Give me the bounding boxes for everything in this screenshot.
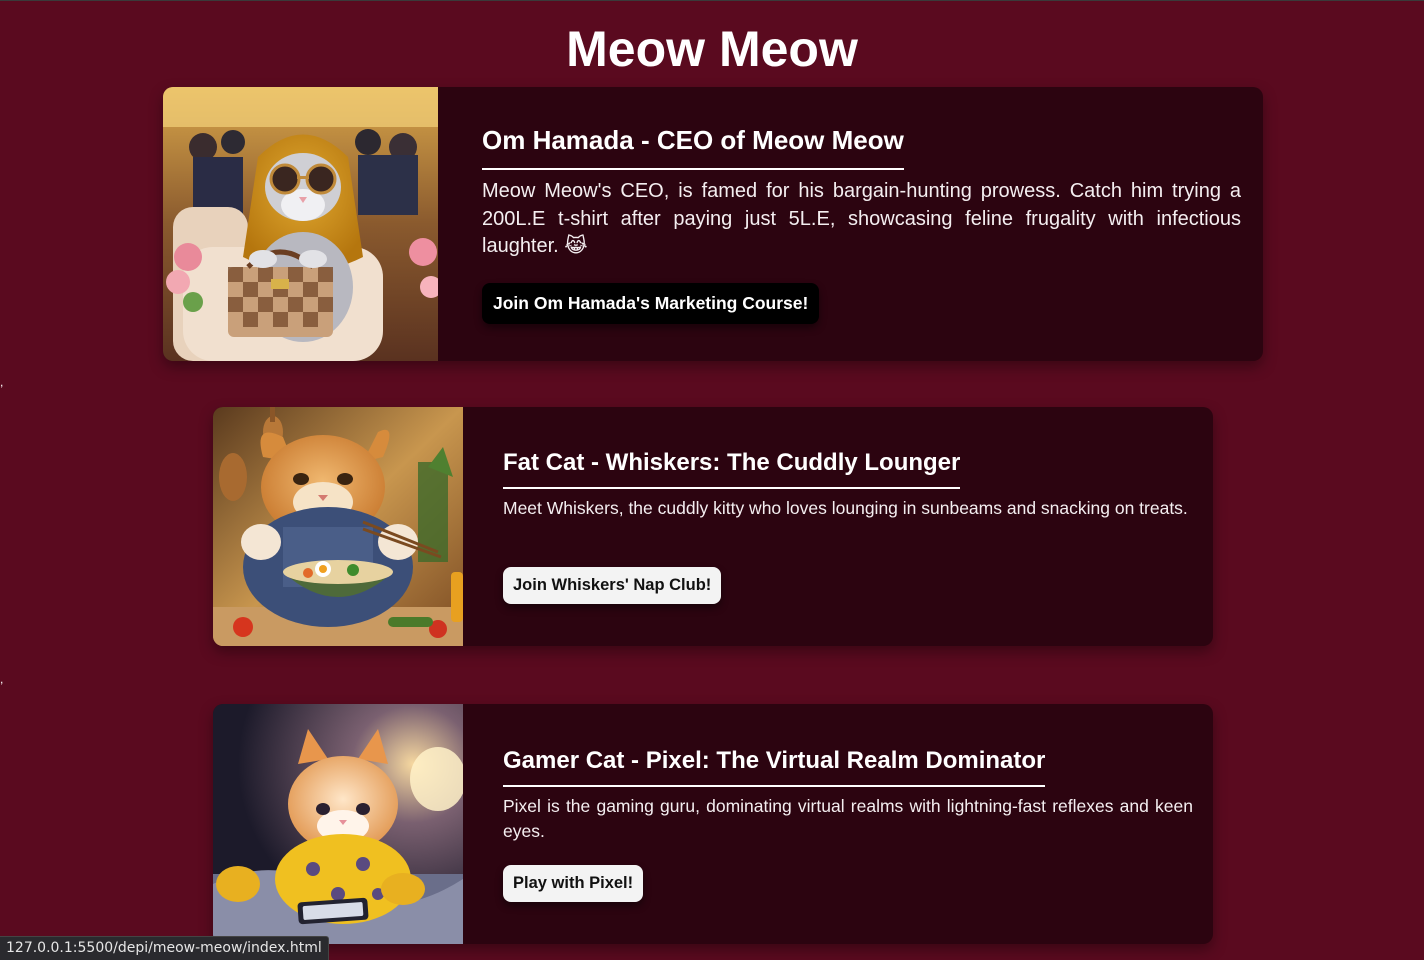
window-top-border <box>0 0 1424 1</box>
cat-image-pixel <box>213 704 463 944</box>
card-description: Meet Whiskers, the cuddly kitty who love… <box>503 498 1188 518</box>
kitten-with-phone-icon <box>213 704 463 944</box>
card-description: Pixel is the gaming guru, dominating vir… <box>503 796 1193 841</box>
card-content: Fat Cat - Whiskers: The Cuddly Lounger M… <box>463 407 1213 646</box>
cat-card-whiskers: Fat Cat - Whiskers: The Cuddly Lounger M… <box>213 407 1213 646</box>
page-title: Meow Meow <box>566 21 858 77</box>
cat-image-om-hamada <box>163 87 438 361</box>
join-marketing-course-button[interactable]: Join Om Hamada's Marketing Course! <box>482 283 820 324</box>
cat-image-whiskers <box>213 407 463 646</box>
card-description: Meow Meow's CEO, is famed for his bargai… <box>482 180 1241 257</box>
fat-cat-eating-noodles-icon <box>213 407 463 646</box>
cat-card-pixel: Gamer Cat - Pixel: The Virtual Realm Dom… <box>213 704 1213 944</box>
card-content: Gamer Cat - Pixel: The Virtual Realm Dom… <box>463 704 1213 944</box>
stray-comma: , <box>0 375 4 389</box>
card-heading: Fat Cat - Whiskers: The Cuddly Lounger <box>503 448 961 489</box>
join-nap-club-button[interactable]: Join Whiskers' Nap Club! <box>503 567 722 604</box>
play-with-pixel-button[interactable]: Play with Pixel! <box>503 865 644 902</box>
status-bar-url: 127.0.0.1:5500/depi/meow-meow/index.html <box>0 936 329 960</box>
cat-in-headscarf-with-handbag-icon <box>163 87 438 361</box>
card-heading: Om Hamada - CEO of Meow Meow <box>482 125 904 170</box>
cat-card-om-hamada: Om Hamada - CEO of Meow Meow Meow Meow's… <box>163 87 1263 361</box>
card-heading: Gamer Cat - Pixel: The Virtual Realm Dom… <box>503 746 1046 787</box>
card-content: Om Hamada - CEO of Meow Meow Meow Meow's… <box>438 87 1263 361</box>
stray-comma: , <box>0 672 4 686</box>
